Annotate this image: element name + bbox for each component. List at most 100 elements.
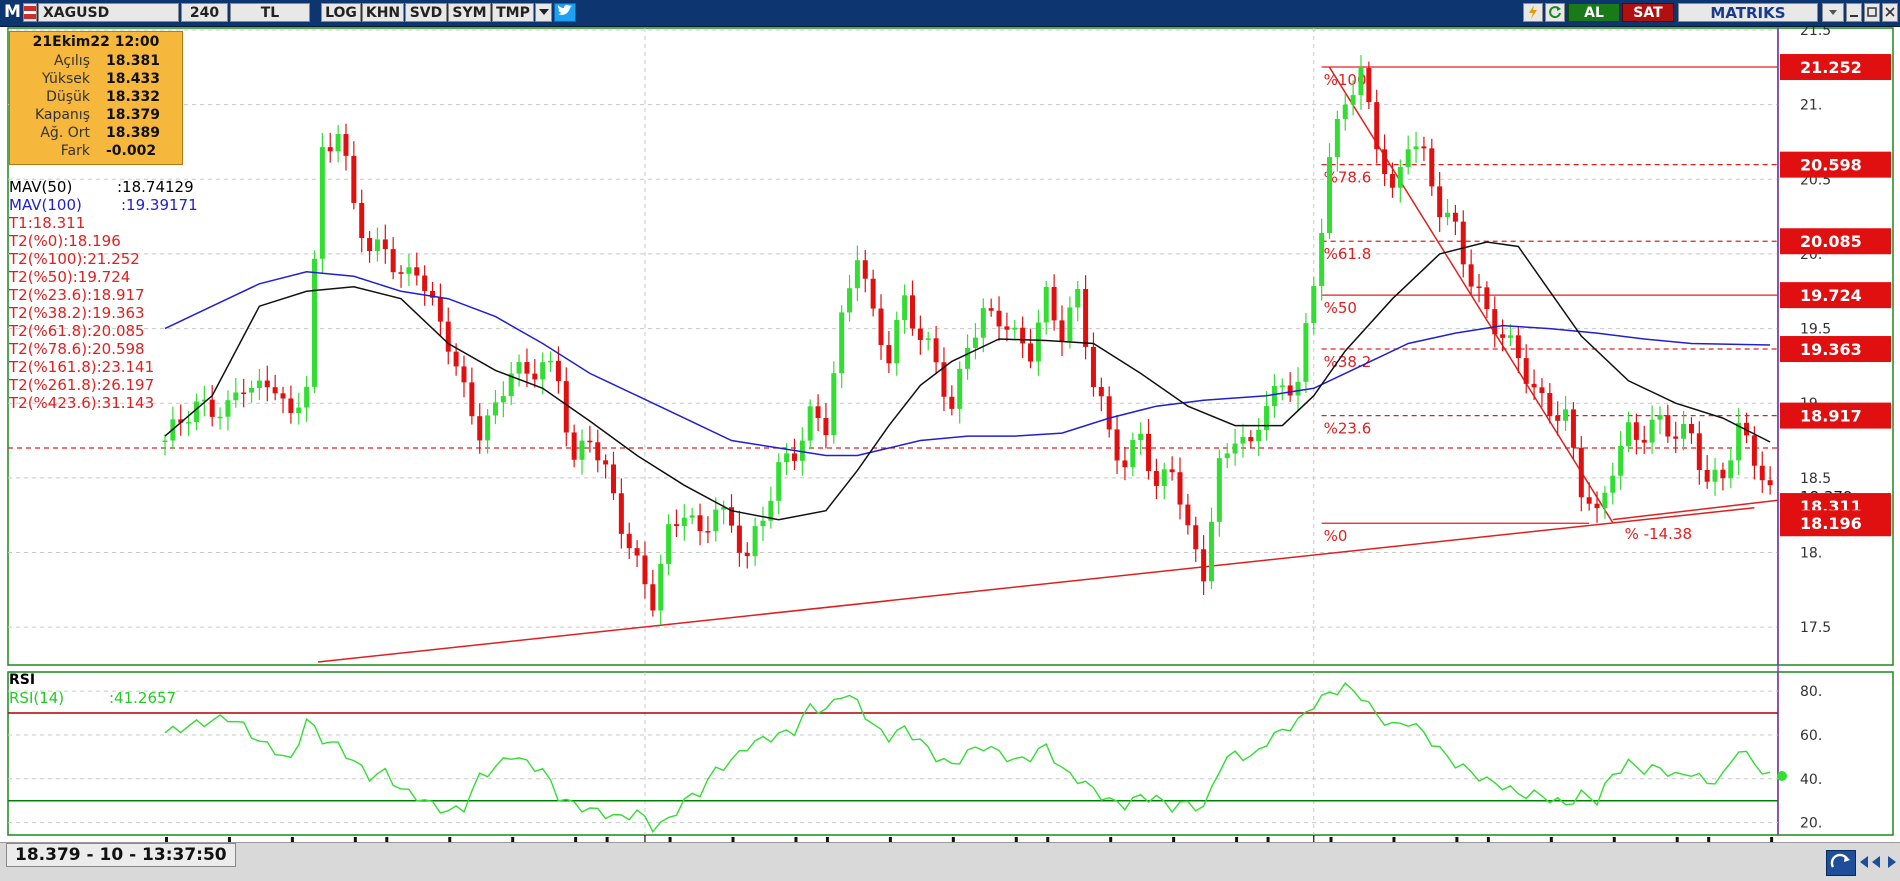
maximize-icon[interactable] [1864, 3, 1880, 22]
fib-legend-item: T2(%161.8):23.141 [9, 358, 155, 376]
candle-body [1681, 424, 1687, 439]
candle-body [1720, 469, 1726, 479]
scroll-arrows[interactable] [1858, 852, 1898, 872]
price-tag-label: 21.252 [1800, 58, 1862, 77]
scroll-sync-icon[interactable] [1826, 850, 1856, 876]
candle-body [249, 387, 255, 393]
candle-body [972, 337, 978, 349]
fib-level-label: %38.2 [1324, 353, 1372, 371]
candle-body [1020, 327, 1026, 344]
info-value: 18.332 [106, 89, 161, 105]
candle-body [1153, 470, 1159, 486]
tmp-button[interactable]: TMP [492, 3, 534, 22]
info-label: Ağ. Ort [40, 125, 90, 141]
candle-body [784, 453, 790, 463]
dropdown-arrow-icon[interactable] [535, 3, 552, 22]
candle-body [1712, 469, 1718, 482]
candle-body [1067, 307, 1073, 342]
candle-body [1578, 447, 1584, 498]
candle-body [1500, 334, 1506, 338]
candle-body [516, 362, 522, 374]
sell-button[interactable]: SAT [1622, 3, 1674, 22]
candle-body [485, 415, 491, 441]
chart-area[interactable]: 17.518.18.519.19.520.20.521.21.5%100%78.… [0, 23, 1900, 862]
info-row-low: Düşük 18.332 [10, 88, 182, 106]
dropdown-icon[interactable] [1822, 3, 1844, 22]
candle-body [1421, 146, 1427, 149]
rsi-panel [7, 671, 1779, 836]
candle-body [500, 396, 506, 403]
candle-body [1539, 387, 1545, 394]
candle-body [209, 399, 215, 417]
svd-button[interactable]: SVD [405, 3, 447, 22]
candle-body [1429, 148, 1435, 187]
candle-body [752, 526, 758, 557]
candle-body [862, 260, 868, 279]
candle-body [1437, 186, 1443, 218]
fib-level-label: %0 [1324, 527, 1348, 545]
candle-body [296, 407, 302, 413]
candle-body [634, 548, 640, 556]
lightning-icon[interactable] [1523, 3, 1543, 22]
candle-body [1169, 469, 1175, 473]
candle-body [1185, 504, 1191, 526]
info-row-open: Açılış 18.381 [10, 52, 182, 70]
info-value: 18.433 [106, 71, 161, 87]
candle-body [1507, 335, 1513, 338]
candle-body [304, 386, 310, 408]
fib-legend-item: T2(%0):18.196 [9, 232, 121, 250]
candle-body [1555, 415, 1561, 421]
chart-canvas[interactable]: 17.518.18.519.19.520.20.521.21.5%100%78.… [0, 23, 1900, 862]
candle-body [374, 239, 380, 252]
candle-body [241, 392, 247, 394]
currency-field[interactable]: TL [230, 3, 310, 22]
twitter-icon[interactable] [554, 3, 576, 22]
candle-body [1012, 327, 1018, 330]
candle-body [1043, 286, 1049, 323]
candle-body [1767, 480, 1773, 486]
close-icon[interactable] [1882, 3, 1898, 22]
fib-legend-item: T1:18.311 [9, 214, 86, 232]
info-value: 18.389 [106, 125, 161, 141]
candle-body [870, 278, 876, 309]
candle-body [1618, 445, 1624, 476]
info-row-close: Kapanış 18.379 [10, 106, 182, 124]
mav50-value: :18.74129 [117, 178, 194, 196]
sym-button[interactable]: SYM [448, 3, 491, 22]
candle-body [1563, 409, 1569, 421]
fib-legend-item: T2(%61.8):20.085 [9, 322, 145, 340]
candle-body [579, 440, 585, 460]
symbol-field[interactable]: XAGUSD [38, 3, 179, 22]
candle-body [1059, 320, 1065, 342]
candle-body [1366, 67, 1372, 103]
candle-body [909, 295, 915, 329]
candle-body [162, 440, 168, 443]
candle-body [587, 440, 593, 443]
info-label: Kapanış [34, 107, 90, 123]
period-field[interactable]: 240 [181, 3, 228, 22]
candle-body [878, 308, 884, 346]
refresh-icon[interactable] [1545, 3, 1565, 22]
candle-body [1303, 323, 1309, 382]
candle-body [595, 442, 601, 461]
candle-body [288, 398, 294, 413]
candle-body [831, 373, 837, 436]
candle-body [1476, 286, 1482, 289]
price-tag-label: 20.085 [1800, 232, 1862, 251]
candle-body [650, 584, 656, 611]
candle-body [406, 267, 412, 274]
fib-legend-item: T2(%23.6):18.917 [9, 286, 145, 304]
info-row-wavg: Ağ. Ort 18.389 [10, 124, 182, 142]
candle-body [1193, 525, 1199, 550]
candle-body [1641, 439, 1647, 443]
candle-body [1382, 149, 1388, 175]
flag-icon[interactable] [23, 3, 37, 22]
log-button[interactable]: LOG [321, 3, 361, 22]
rsi-axis [1777, 671, 1894, 836]
minimize-icon[interactable] [1846, 3, 1862, 22]
buy-button[interactable]: AL [1568, 3, 1620, 22]
price-tag-label: 19.363 [1800, 340, 1862, 359]
y-tick-label: 19.5 [1800, 322, 1831, 338]
khn-button[interactable]: KHN [362, 3, 404, 22]
candle-body [1728, 460, 1734, 479]
